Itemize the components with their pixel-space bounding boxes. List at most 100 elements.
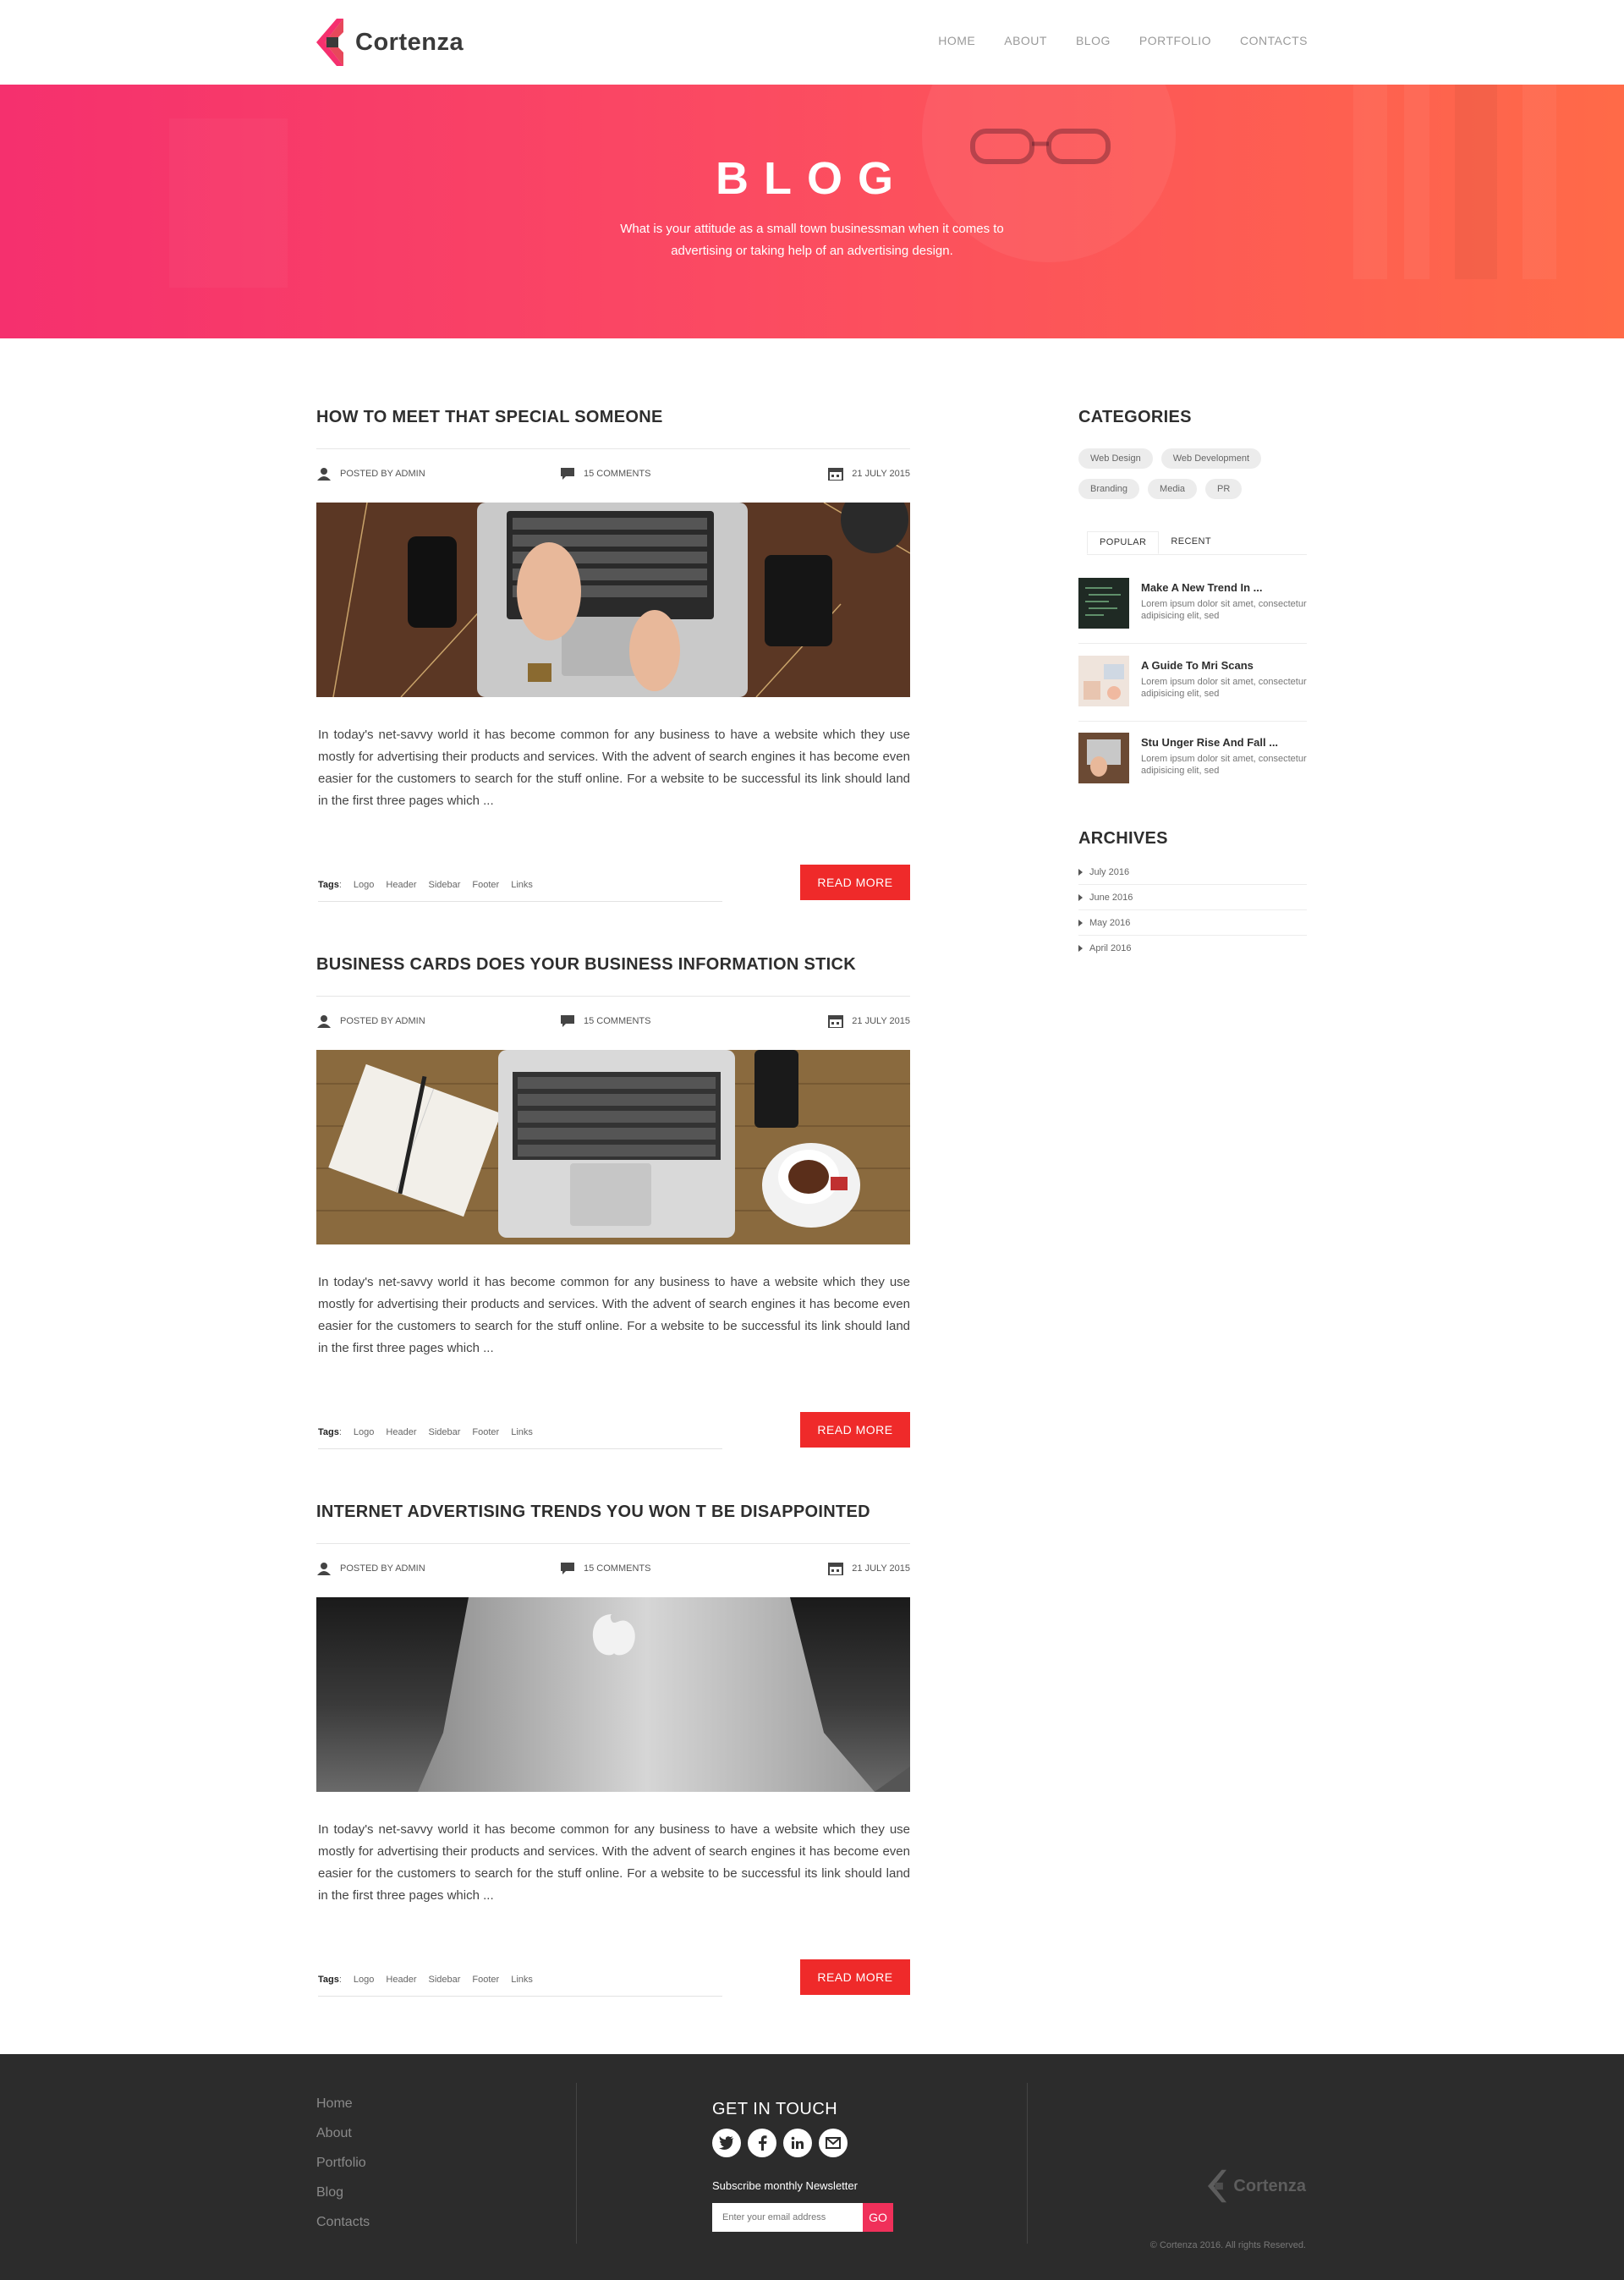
archive-link[interactable]: July 2016 <box>1078 860 1307 885</box>
category-chip[interactable]: PR <box>1205 479 1243 499</box>
popular-post-item[interactable]: A Guide To Mri Scans Lorem ipsum dolor s… <box>1078 656 1307 722</box>
brand-name: Cortenza <box>355 28 464 56</box>
date-label: 21 JULY 2015 <box>852 469 910 479</box>
post-comments[interactable]: 15 COMMENTS <box>560 1562 650 1575</box>
category-chip[interactable]: Media <box>1148 479 1198 499</box>
post-tags: Tags: Logo Header Sidebar Footer Links <box>318 880 722 902</box>
tag-link[interactable]: Logo <box>354 1427 374 1437</box>
twitter-icon[interactable] <box>712 2129 741 2157</box>
main-nav: HOME ABOUT BLOG PORTFOLIO CONTACTS <box>938 34 1308 47</box>
tags-label: Tags <box>318 880 339 890</box>
footer-link-home[interactable]: Home <box>316 2096 370 2126</box>
read-more-button[interactable]: READ MORE <box>800 1959 910 1995</box>
brand-logo[interactable]: Cortenza <box>316 19 464 66</box>
popular-post-excerpt: Lorem ipsum dolor sit amet, consectetur … <box>1141 599 1307 621</box>
footer-logo[interactable]: Cortenza <box>1208 2169 1306 2203</box>
nav-contacts[interactable]: CONTACTS <box>1240 34 1308 47</box>
tag-link[interactable]: Sidebar <box>428 880 460 890</box>
post-image-graphic <box>316 503 910 697</box>
mail-glyph <box>826 2137 841 2149</box>
blog-post: INTERNET ADVERTISING TRENDS YOU WON T BE… <box>316 1503 910 1997</box>
category-chip[interactable]: Branding <box>1078 479 1140 499</box>
tag-link[interactable]: Sidebar <box>428 1427 460 1437</box>
post-excerpt: In today's net-savvy world it has become… <box>318 1275 910 1355</box>
footer-links: Home About Portfolio Blog Contacts <box>316 2096 370 2244</box>
footer-link-portfolio[interactable]: Portfolio <box>316 2156 370 2185</box>
footer-link-blog[interactable]: Blog <box>316 2185 370 2215</box>
nav-about[interactable]: ABOUT <box>1004 34 1047 47</box>
divider <box>1078 721 1307 722</box>
post-title[interactable]: BUSINESS CARDS DOES YOUR BUSINESS INFORM… <box>316 955 910 975</box>
get-in-touch-heading: GET IN TOUCH <box>712 2100 838 2118</box>
archive-label: May 2016 <box>1089 917 1131 928</box>
popular-post-item[interactable]: Stu Unger Rise And Fall ... Lorem ipsum … <box>1078 733 1307 799</box>
mail-icon[interactable] <box>819 2129 848 2157</box>
tag-link[interactable]: Header <box>386 1975 416 1985</box>
post-date: 21 JULY 2015 <box>828 1562 910 1575</box>
archive-label: April 2016 <box>1089 943 1132 953</box>
tag-link[interactable]: Logo <box>354 1975 374 1985</box>
nav-home[interactable]: HOME <box>938 34 975 47</box>
archive-link[interactable]: June 2016 <box>1078 885 1307 910</box>
tab-popular[interactable]: POPULAR <box>1087 531 1160 554</box>
post-title[interactable]: HOW TO MEET THAT SPECIAL SOMEONE <box>316 408 910 427</box>
footer-link-contacts[interactable]: Contacts <box>316 2215 370 2244</box>
footer-link-about[interactable]: About <box>316 2126 370 2156</box>
tag-link[interactable]: Links <box>511 1427 533 1437</box>
post-author: POSTED BY ADMIN <box>316 467 425 481</box>
newsletter-submit-button[interactable]: GO <box>863 2203 893 2232</box>
author-label: POSTED BY ADMIN <box>340 1563 425 1574</box>
read-more-button[interactable]: READ MORE <box>800 1412 910 1448</box>
divider <box>576 2083 577 2244</box>
categories-heading: CATEGORIES <box>1078 408 1192 426</box>
nav-portfolio[interactable]: PORTFOLIO <box>1139 34 1211 47</box>
category-chip[interactable]: Web Development <box>1160 448 1262 469</box>
popular-post-thumbnail <box>1078 733 1129 783</box>
post-comments[interactable]: 15 COMMENTS <box>560 467 650 481</box>
tag-link[interactable]: Links <box>511 1975 533 1985</box>
post-image-macbook[interactable] <box>316 1597 910 1792</box>
post-comments[interactable]: 15 COMMENTS <box>560 1014 650 1028</box>
tag-link[interactable]: Links <box>511 880 533 890</box>
linkedin-icon[interactable] <box>783 2129 812 2157</box>
user-icon <box>317 1015 331 1028</box>
site-footer: Home About Portfolio Blog Contacts GET I… <box>0 2054 1624 2280</box>
tags-label: Tags <box>318 1975 339 1985</box>
tag-link[interactable]: Header <box>386 1427 416 1437</box>
user-icon <box>317 1563 331 1575</box>
tag-link[interactable]: Header <box>386 880 416 890</box>
top-header: Cortenza HOME ABOUT BLOG PORTFOLIO CONTA… <box>0 0 1624 85</box>
archive-link[interactable]: April 2016 <box>1078 936 1307 961</box>
category-chip[interactable]: Web Design <box>1078 448 1153 469</box>
popular-post-item[interactable]: Make A New Trend In ... Lorem ipsum dolo… <box>1078 578 1307 644</box>
post-title[interactable]: INTERNET ADVERTISING TRENDS YOU WON T BE… <box>316 1503 910 1522</box>
tab-recent[interactable]: RECENT <box>1159 531 1223 554</box>
tag-link[interactable]: Footer <box>472 1975 499 1985</box>
newsletter-label: Subscribe monthly Newsletter <box>712 2179 858 2192</box>
hero-banner: BLOG What is your attitude as a small to… <box>0 85 1624 338</box>
post-excerpt: In today's net-savvy world it has become… <box>318 728 910 808</box>
caret-right-icon <box>1078 893 1083 901</box>
tag-link[interactable]: Logo <box>354 880 374 890</box>
facebook-icon[interactable] <box>748 2129 776 2157</box>
newsletter-email-input[interactable] <box>712 2203 863 2232</box>
popular-post-title: Stu Unger Rise And Fall ... <box>1141 736 1279 749</box>
hero-background-image <box>922 85 1556 279</box>
post-image-laptop-typing[interactable] <box>316 503 910 697</box>
read-more-button[interactable]: READ MORE <box>800 865 910 900</box>
post-date: 21 JULY 2015 <box>828 467 910 481</box>
calendar-icon <box>828 1563 844 1575</box>
popular-post-title: Make A New Trend In ... <box>1141 581 1263 594</box>
tag-link[interactable]: Footer <box>472 880 499 890</box>
footer-brand-name: Cortenza <box>1233 2176 1306 2195</box>
tag-link[interactable]: Sidebar <box>428 1975 460 1985</box>
tag-link[interactable]: Footer <box>472 1427 499 1437</box>
archive-link[interactable]: May 2016 <box>1078 910 1307 936</box>
nav-blog[interactable]: BLOG <box>1076 34 1111 47</box>
comment-icon <box>561 1015 574 1027</box>
post-image-graphic <box>316 1050 910 1244</box>
logo-mark-icon <box>1208 2169 1227 2203</box>
divider <box>1078 643 1307 644</box>
calendar-icon <box>828 1015 844 1028</box>
post-image-laptop-coffee[interactable] <box>316 1050 910 1244</box>
